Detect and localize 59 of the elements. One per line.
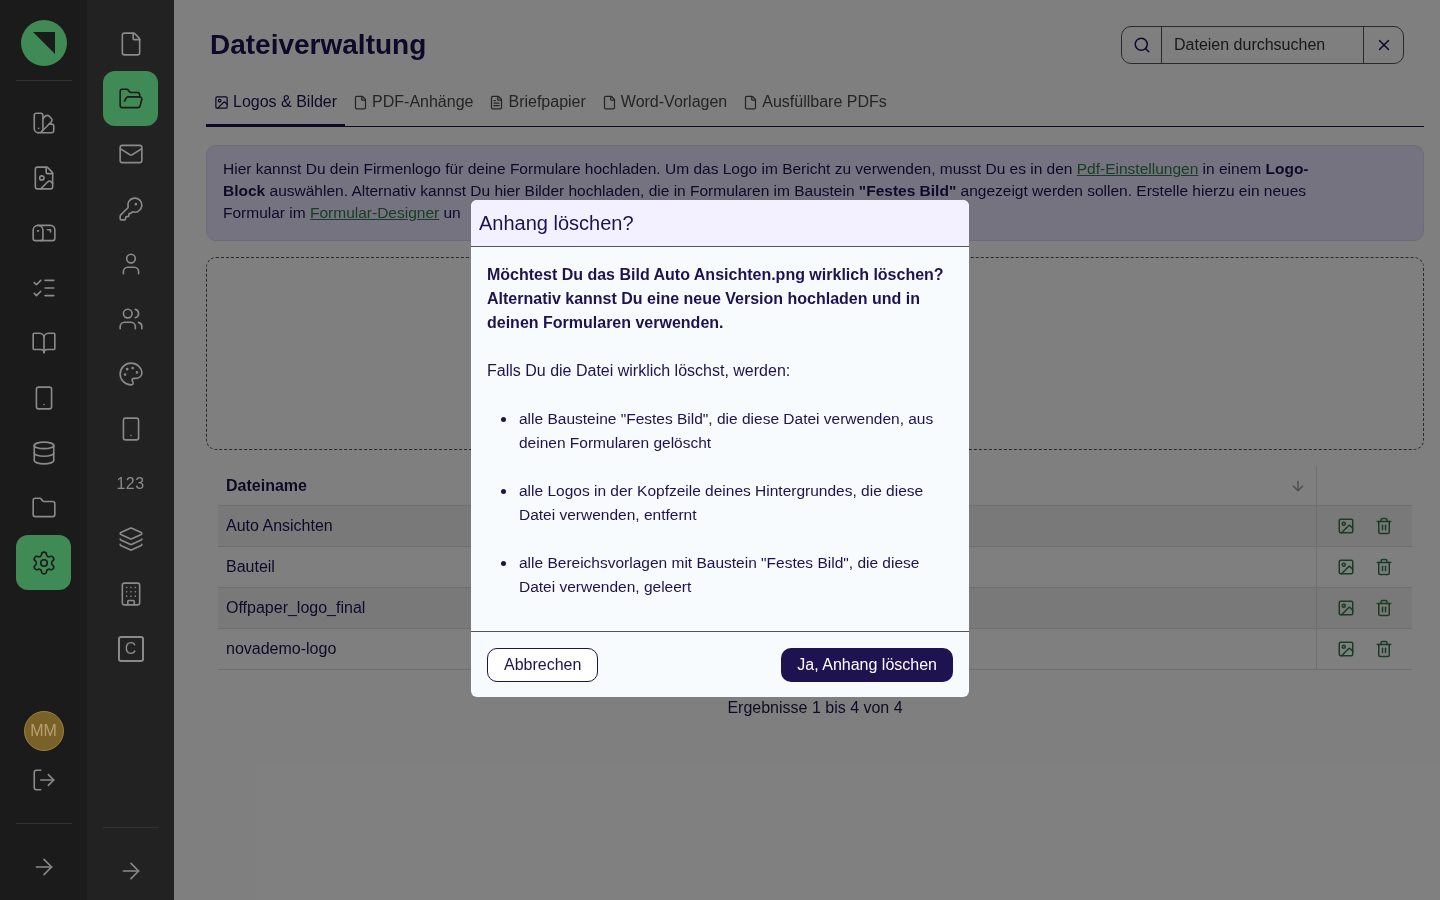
table-cell-text: Bauteil	[225, 557, 276, 577]
dialog-question: Möchtest Du das Bild Auto Ansichten.png wirklich löschen? Alternativ kannst Du eine neue Version hochladen und in deinen Formularen verwenden.	[487, 265, 945, 333]
search-input[interactable]: Dateien durchsuchen	[1162, 27, 1363, 63]
cancel-button[interactable]: Abbrechen	[487, 647, 599, 682]
tab[interactable]: Briefpapier	[481, 90, 594, 127]
image-icon[interactable]	[1336, 599, 1355, 617]
consequence-text: alle Logos in der Kopfzeile deines Hintergrundes, die diese Datei verwenden, entfernt	[519, 481, 925, 525]
consequence-text: alle Bereichsvorlagen mit Baustein "Festes Bild", die diese Datei verwenden, geleert	[519, 553, 921, 597]
results-summary: Ergebnisse 1 bis 4 von 4	[726, 698, 904, 718]
palette-icon	[117, 360, 144, 387]
info-text: Hier kannst Du dein Firmenlogo für deine Formulare hochladen. Um das Logo im Bericht zu verwenden, musst Du es in den Pdf-Einstellungen in einem Logo-	[223, 159, 1309, 179]
delete-icon[interactable]	[1374, 640, 1393, 658]
key-icon	[117, 195, 144, 222]
document-icon	[489, 94, 505, 110]
delete-icon[interactable]	[1374, 558, 1393, 576]
dialog-title: Anhang löschen?	[479, 211, 634, 236]
search-icon	[1132, 36, 1151, 54]
table-cell-text: novademo-logo	[225, 639, 338, 659]
dialog-lead: Falls Du die Datei wirklich löschst, werden:	[487, 361, 792, 381]
bullet-icon	[500, 417, 506, 422]
info-text: Block auswählen. Alternativ kannst Du hier Bilder hochladen, die in Formularen im Baustein "Festes Bild" angezeigt werden sollen. Erstelle hierzu ein neues	[223, 181, 1307, 201]
layers-icon	[117, 525, 144, 552]
tab[interactable]: PDF-Anhänge	[345, 90, 482, 127]
image-icon[interactable]	[1336, 517, 1355, 535]
settings-icon	[30, 549, 57, 576]
file-icon	[353, 94, 369, 110]
table-cell-text: Offpaper_logo_final	[225, 598, 367, 618]
bullet-icon	[500, 489, 506, 494]
link[interactable]: Pdf-Einstellungen	[1076, 160, 1199, 177]
link[interactable]: Formular-Designer	[310, 204, 440, 221]
page-title: Dateiverwaltung	[209, 28, 427, 62]
delete-icon[interactable]	[1374, 517, 1393, 535]
swatch-icon	[30, 109, 57, 136]
logout-icon[interactable]	[30, 767, 57, 793]
image-icon[interactable]	[1336, 640, 1355, 658]
nav-item[interactable]	[16, 535, 71, 590]
image-icon[interactable]	[1336, 558, 1355, 576]
delete-icon[interactable]	[1374, 599, 1393, 617]
image-icon	[214, 94, 229, 110]
logo-icon	[20, 20, 67, 66]
nav-item[interactable]	[103, 71, 158, 126]
table-cell-text: Auto Ansichten	[225, 516, 334, 536]
tab[interactable]: Word-Vorlagen	[593, 90, 736, 127]
nav-item[interactable]: 123	[103, 456, 158, 511]
confirm-button[interactable]: Ja, Anhang löschen	[781, 647, 953, 682]
avatar[interactable]: MM	[23, 711, 64, 751]
search-field[interactable]: Dateien durchsuchen	[1121, 26, 1404, 64]
tab[interactable]: Ausfüllbare PDFs	[735, 90, 895, 127]
tab[interactable]: Logos & Bilder	[206, 90, 346, 127]
info-text: Formular im Formular-Designer un	[223, 203, 461, 223]
book-icon	[30, 329, 57, 356]
consequence-text: alle Bausteine "Festes Bild", die diese Datei verwenden, aus deinen Formularen gelöscht	[519, 409, 935, 453]
bullet-icon	[500, 561, 506, 566]
column-header[interactable]: Dateiname	[218, 466, 315, 505]
file-icon	[743, 94, 759, 110]
nav-item[interactable]: C	[103, 621, 158, 676]
users-icon	[117, 305, 144, 332]
file-icon	[601, 94, 617, 110]
database-icon	[30, 439, 57, 466]
